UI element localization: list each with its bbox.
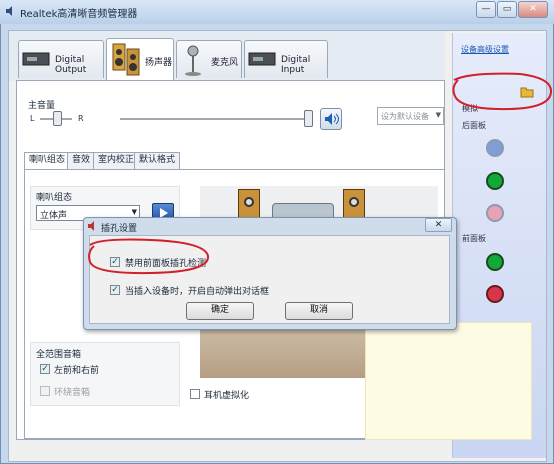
red-annotation-marks (88, 72, 552, 275)
annotation-ellipse-checkbox (88, 238, 209, 275)
annotation-ellipse-folder (452, 72, 552, 111)
